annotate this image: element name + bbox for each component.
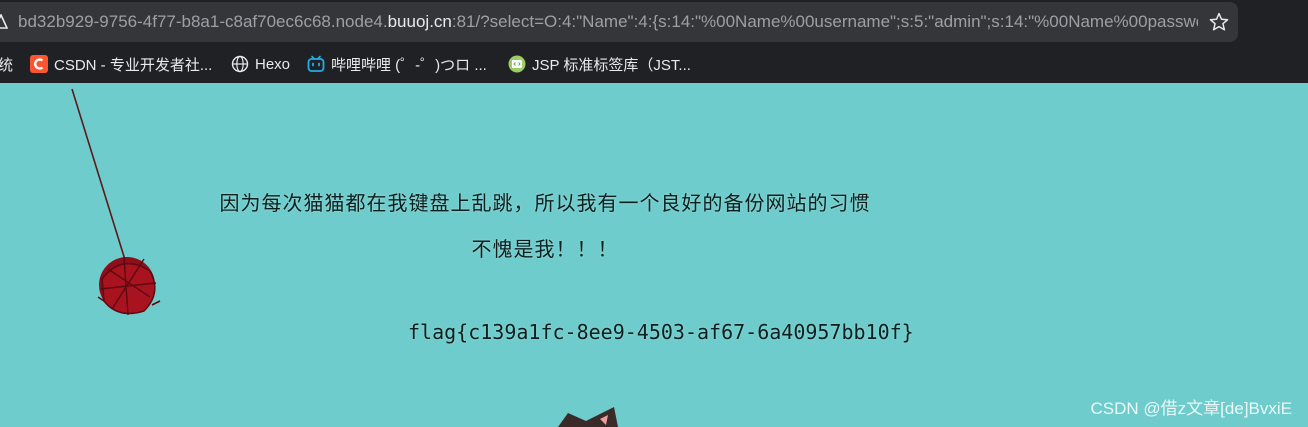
cat-ears-icon	[558, 407, 618, 427]
globe-icon	[231, 55, 249, 73]
url-text[interactable]: bd32b929-9756-4f77-b8a1-c8af70ec6c68.nod…	[18, 2, 1198, 42]
yarn-ball-icon	[97, 256, 161, 316]
url-prefix: bd32b929-9756-4f77-b8a1-c8af70ec6c68.nod…	[18, 12, 388, 31]
bookmark-label: Hexo	[255, 55, 291, 73]
url-host: buuoj.cn	[387, 12, 452, 31]
url-suffix: :81/?select=O:4:"Name":4:{s:14:"%00Name%…	[451, 12, 1198, 31]
bookmark-label: 哔哩哔哩 (゜-゜)つロ ...	[331, 56, 487, 74]
bookmark-label: JSP 标准标签库（JST...	[532, 56, 691, 74]
browser-chrome: bd32b929-9756-4f77-b8a1-c8af70ec6c68.nod…	[0, 0, 1308, 83]
message-line-1: 因为每次猫猫都在我键盘上乱跳，所以我有一个良好的备份网站的习惯	[219, 191, 871, 215]
bookmark-label: CSDN - 专业开发者社...	[54, 56, 213, 74]
bookmark-item[interactable]: 统	[0, 54, 13, 74]
csdn-logo-icon	[30, 55, 48, 73]
warning-icon[interactable]	[0, 14, 8, 30]
bookmarks-bar: 统 CSDN - 专业开发者社... Hexo 哔哩哔哩 (゜-゜)つロ ...…	[0, 46, 1308, 82]
address-bar[interactable]: bd32b929-9756-4f77-b8a1-c8af70ec6c68.nod…	[0, 2, 1238, 42]
bilibili-icon	[307, 55, 325, 72]
message-line-2: 不愧是我！！！	[471, 237, 619, 261]
star-icon[interactable]	[1208, 11, 1230, 33]
bookmark-label: 统	[0, 56, 14, 74]
jsp-icon	[508, 55, 526, 73]
bookmark-hexo[interactable]: Hexo	[231, 54, 290, 74]
csdn-watermark: CSDN @借z文章[de]BvxiE	[1090, 399, 1292, 418]
bookmark-bilibili[interactable]: 哔哩哔哩 (゜-゜)つロ ...	[307, 54, 487, 74]
bookmark-jsp[interactable]: JSP 标准标签库（JST...	[508, 54, 691, 74]
bookmark-csdn[interactable]: CSDN - 专业开发者社...	[30, 54, 212, 74]
flag-text: flag{c139a1fc-8ee9-4503-af67-6a40957bb10…	[408, 320, 914, 344]
page-content: 因为每次猫猫都在我键盘上乱跳，所以我有一个良好的备份网站的习惯 不愧是我！！！ …	[0, 83, 1308, 427]
